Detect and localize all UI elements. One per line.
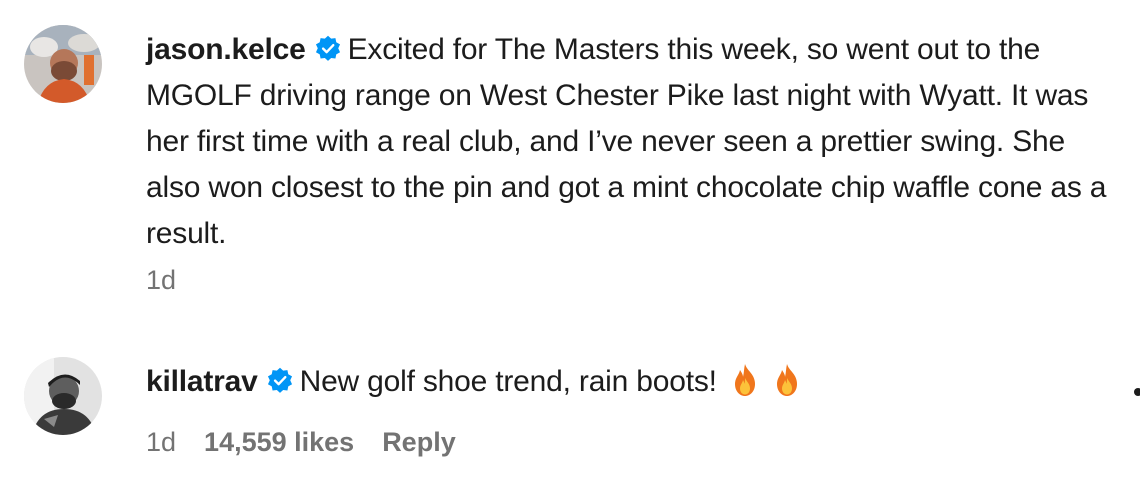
avatar[interactable] <box>24 25 102 103</box>
fire-icon <box>731 363 759 397</box>
timestamp: 1d <box>146 265 177 295</box>
comment-meta: 1d 14,559 likes Reply <box>146 427 456 458</box>
comment-body: killatrav New golf shoe trend, rain boots… <box>146 359 1110 405</box>
username[interactable]: killatrav <box>146 365 258 398</box>
comment-meta: 1d <box>146 265 176 296</box>
likes-count[interactable]: 14,559 likes <box>204 427 354 458</box>
avatar-image <box>24 25 102 103</box>
avatar-image <box>24 357 102 435</box>
fire-icon <box>773 363 801 397</box>
verified-badge-icon <box>266 363 294 393</box>
comment-text: New golf shoe trend, rain boots! <box>299 365 717 398</box>
timestamp: 1d <box>146 427 177 457</box>
comment-body: jason.kelce Excited for The Masters this … <box>146 27 1110 257</box>
reply-button[interactable]: Reply <box>382 427 456 458</box>
more-options-icon[interactable] <box>1134 388 1140 396</box>
avatar[interactable] <box>24 357 102 435</box>
username[interactable]: jason.kelce <box>146 33 306 66</box>
verified-badge-icon <box>314 31 342 61</box>
